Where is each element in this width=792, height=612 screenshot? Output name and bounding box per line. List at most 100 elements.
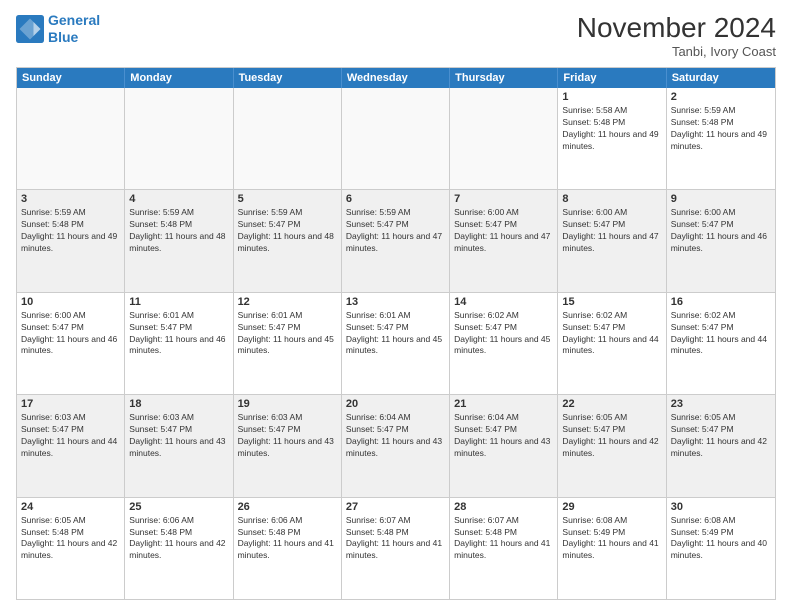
calendar-cell: 15Sunrise: 6:02 AMSunset: 5:47 PMDayligh… (558, 293, 666, 394)
calendar-cell: 29 Sunrise: 6:08 AMSunset: 5:49 PMDayligh… (558, 498, 666, 599)
calendar-cell: 5 Sunrise: 5:59 AMSunset: 5:47 PMDaylight… (234, 190, 342, 291)
day-info: Sunrise: 6:05 AMSunset: 5:48 PMDaylight:… (21, 515, 120, 563)
day-number: 28 (454, 501, 553, 513)
calendar-row: 3 Sunrise: 5:59 AMSunset: 5:48 PMDaylight… (17, 189, 775, 291)
day-info: Sunrise: 6:01 AMSunset: 5:47 PMDaylight:… (238, 310, 337, 358)
day-info: Sunrise: 6:05 AMSunset: 5:47 PMDaylight:… (671, 412, 771, 460)
calendar-cell: 26 Sunrise: 6:06 AMSunset: 5:48 PMDayligh… (234, 498, 342, 599)
calendar-cell: 10 Sunrise: 6:00 AMSunset: 5:47 PMDayligh… (17, 293, 125, 394)
calendar-row: 24 Sunrise: 6:05 AMSunset: 5:48 PMDayligh… (17, 497, 775, 599)
calendar-cell: 25 Sunrise: 6:06 AMSunset: 5:48 PMDayligh… (125, 498, 233, 599)
day-number: 17 (21, 398, 120, 410)
page: General Blue November 2024 Tanbi, Ivory … (0, 0, 792, 612)
day-info: Sunrise: 6:06 AMSunset: 5:48 PMDaylight:… (129, 515, 228, 563)
day-info: Sunrise: 5:59 AMSunset: 5:47 PMDaylight:… (238, 207, 337, 255)
day-number: 9 (671, 193, 771, 205)
calendar-cell: 18Sunrise: 6:03 AMSunset: 5:47 PMDayligh… (125, 395, 233, 496)
day-number: 25 (129, 501, 228, 513)
day-number: 5 (238, 193, 337, 205)
calendar-cell: 4 Sunrise: 5:59 AMSunset: 5:48 PMDaylight… (125, 190, 233, 291)
day-info: Sunrise: 6:03 AMSunset: 5:47 PMDaylight:… (238, 412, 337, 460)
calendar-cell (17, 88, 125, 189)
day-number: 12 (238, 296, 337, 308)
calendar-cell: 6 Sunrise: 5:59 AMSunset: 5:47 PMDaylight… (342, 190, 450, 291)
day-number: 19 (238, 398, 337, 410)
day-info: Sunrise: 6:00 AMSunset: 5:47 PMDaylight:… (562, 207, 661, 255)
day-info: Sunrise: 6:07 AMSunset: 5:48 PMDaylight:… (346, 515, 445, 563)
header-day: Tuesday (234, 68, 342, 88)
calendar-cell: 7Sunrise: 6:00 AMSunset: 5:47 PMDaylight… (450, 190, 558, 291)
calendar-header: SundayMondayTuesdayWednesdayThursdayFrid… (17, 68, 775, 88)
day-number: 29 (562, 501, 661, 513)
calendar-cell: 11 Sunrise: 6:01 AMSunset: 5:47 PMDayligh… (125, 293, 233, 394)
day-number: 27 (346, 501, 445, 513)
header: General Blue November 2024 Tanbi, Ivory … (16, 12, 776, 59)
calendar-cell: 17Sunrise: 6:03 AMSunset: 5:47 PMDayligh… (17, 395, 125, 496)
day-number: 22 (562, 398, 661, 410)
day-number: 3 (21, 193, 120, 205)
day-number: 2 (671, 91, 771, 103)
calendar-cell (234, 88, 342, 189)
calendar-row: 17 Sunrise: 6:03 AMSunset: 5:47 PMDayligh… (17, 394, 775, 496)
day-info: Sunrise: 6:08 AMSunset: 5:49 PMDaylight:… (562, 515, 661, 563)
calendar-cell: 1Sunrise: 5:58 AMSunset: 5:48 PMDaylight… (558, 88, 666, 189)
day-info: Sunrise: 5:59 AMSunset: 5:47 PMDaylight:… (346, 207, 445, 255)
day-info: Sunrise: 6:05 AMSunset: 5:47 PMDaylight:… (562, 412, 661, 460)
day-info: Sunrise: 6:04 AMSunset: 5:47 PMDaylight:… (346, 412, 445, 460)
calendar-cell: 30 Sunrise: 6:08 AMSunset: 5:49 PMDayligh… (667, 498, 775, 599)
day-info: Sunrise: 5:59 AMSunset: 5:48 PMDaylight:… (129, 207, 228, 255)
calendar-row: 10 Sunrise: 6:00 AMSunset: 5:47 PMDayligh… (17, 292, 775, 394)
day-info: Sunrise: 6:04 AMSunset: 5:47 PMDaylight:… (454, 412, 553, 460)
header-day: Monday (125, 68, 233, 88)
day-number: 23 (671, 398, 771, 410)
day-info: Sunrise: 6:01 AMSunset: 5:47 PMDaylight:… (346, 310, 445, 358)
day-info: Sunrise: 6:03 AMSunset: 5:47 PMDaylight:… (129, 412, 228, 460)
calendar-cell (342, 88, 450, 189)
day-number: 30 (671, 501, 771, 513)
calendar-row: 1Sunrise: 5:58 AMSunset: 5:48 PMDaylight… (17, 88, 775, 189)
calendar-cell: 13 Sunrise: 6:01 AMSunset: 5:47 PMDayligh… (342, 293, 450, 394)
month-title: November 2024 (577, 12, 776, 44)
day-number: 20 (346, 398, 445, 410)
calendar-cell: 23 Sunrise: 6:05 AMSunset: 5:47 PMDayligh… (667, 395, 775, 496)
calendar-cell: 24 Sunrise: 6:05 AMSunset: 5:48 PMDayligh… (17, 498, 125, 599)
day-info: Sunrise: 6:00 AMSunset: 5:47 PMDaylight:… (21, 310, 120, 358)
day-number: 4 (129, 193, 228, 205)
day-info: Sunrise: 6:02 AMSunset: 5:47 PMDaylight:… (454, 310, 553, 358)
day-number: 16 (671, 296, 771, 308)
calendar-cell: 19 Sunrise: 6:03 AMSunset: 5:47 PMDayligh… (234, 395, 342, 496)
calendar-cell: 27 Sunrise: 6:07 AMSunset: 5:48 PMDayligh… (342, 498, 450, 599)
header-day: Saturday (667, 68, 775, 88)
day-info: Sunrise: 6:06 AMSunset: 5:48 PMDaylight:… (238, 515, 337, 563)
day-info: Sunrise: 6:01 AMSunset: 5:47 PMDaylight:… (129, 310, 228, 358)
day-number: 13 (346, 296, 445, 308)
calendar-cell (125, 88, 233, 189)
calendar-cell: 21Sunrise: 6:04 AMSunset: 5:47 PMDayligh… (450, 395, 558, 496)
day-info: Sunrise: 6:02 AMSunset: 5:47 PMDaylight:… (562, 310, 661, 358)
calendar-cell: 2Sunrise: 5:59 AMSunset: 5:48 PMDaylight… (667, 88, 775, 189)
calendar-cell: 3 Sunrise: 5:59 AMSunset: 5:48 PMDaylight… (17, 190, 125, 291)
day-info: Sunrise: 5:59 AMSunset: 5:48 PMDaylight:… (21, 207, 120, 255)
day-info: Sunrise: 6:02 AMSunset: 5:47 PMDaylight:… (671, 310, 771, 358)
calendar-cell: 16 Sunrise: 6:02 AMSunset: 5:47 PMDayligh… (667, 293, 775, 394)
calendar-cell: 22 Sunrise: 6:05 AMSunset: 5:47 PMDayligh… (558, 395, 666, 496)
calendar-cell: 12 Sunrise: 6:01 AMSunset: 5:47 PMDayligh… (234, 293, 342, 394)
day-number: 10 (21, 296, 120, 308)
logo-text: General Blue (48, 12, 100, 46)
day-number: 1 (562, 91, 661, 103)
day-number: 26 (238, 501, 337, 513)
title-block: November 2024 Tanbi, Ivory Coast (577, 12, 776, 59)
day-number: 24 (21, 501, 120, 513)
day-number: 14 (454, 296, 553, 308)
header-day: Thursday (450, 68, 558, 88)
calendar-body: 1Sunrise: 5:58 AMSunset: 5:48 PMDaylight… (17, 88, 775, 599)
day-info: Sunrise: 6:08 AMSunset: 5:49 PMDaylight:… (671, 515, 771, 563)
day-info: Sunrise: 6:00 AMSunset: 5:47 PMDaylight:… (671, 207, 771, 255)
logo-icon (16, 15, 44, 43)
calendar-cell: 14 Sunrise: 6:02 AMSunset: 5:47 PMDayligh… (450, 293, 558, 394)
day-number: 11 (129, 296, 228, 308)
header-day: Wednesday (342, 68, 450, 88)
day-info: Sunrise: 6:07 AMSunset: 5:48 PMDaylight:… (454, 515, 553, 563)
calendar-cell: 20 Sunrise: 6:04 AMSunset: 5:47 PMDayligh… (342, 395, 450, 496)
day-number: 6 (346, 193, 445, 205)
